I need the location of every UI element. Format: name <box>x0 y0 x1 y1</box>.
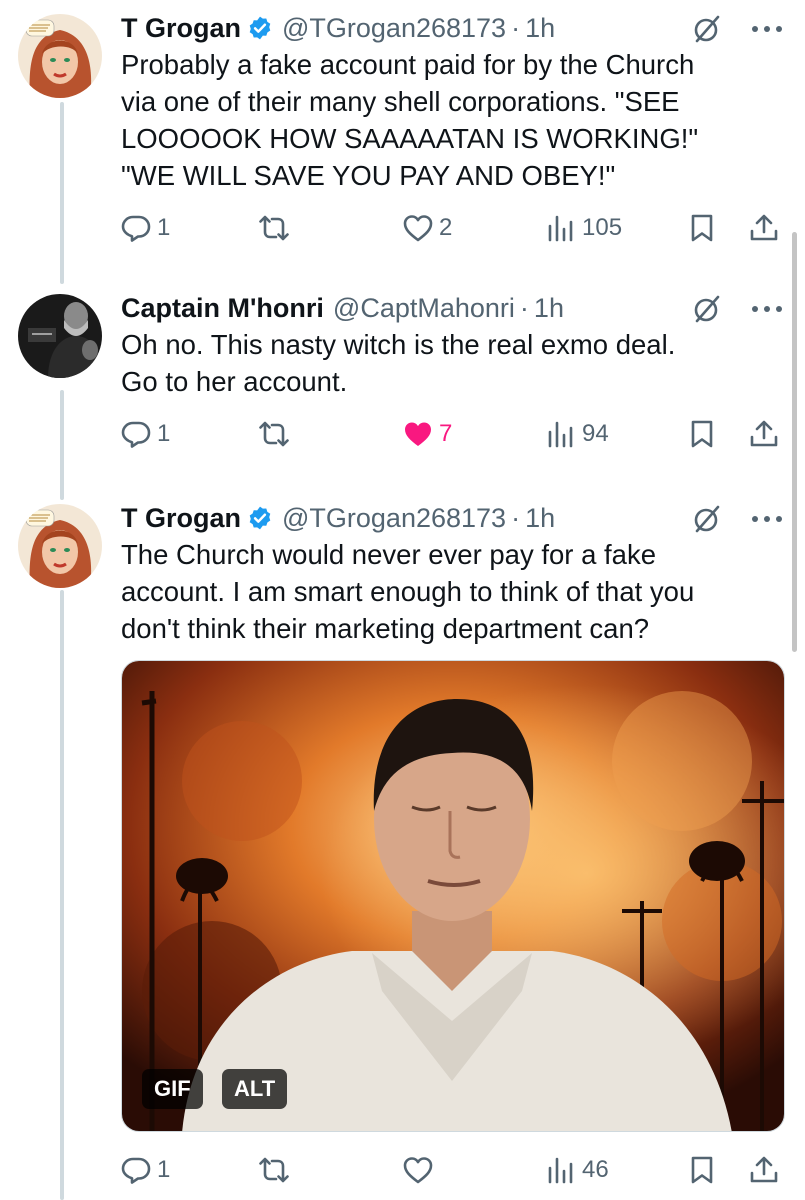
views-count: 105 <box>582 214 623 241</box>
author-handle[interactable]: @TGrogan268173 <box>282 8 506 48</box>
tweet-header: T Grogan @TGrogan268173 · 1h <box>121 498 555 538</box>
tweet[interactable]: T Grogan @TGrogan268173 · 1h Probably a … <box>0 8 805 278</box>
timestamp[interactable]: 1h <box>525 498 555 538</box>
gif-media[interactable]: GIF ALT <box>121 660 785 1132</box>
views-icon <box>548 1157 573 1184</box>
grok-icon[interactable] <box>692 294 722 324</box>
bookmark-button[interactable] <box>687 414 717 454</box>
reply-count: 1 <box>157 1156 171 1183</box>
action-bar: 1 46 <box>121 1150 791 1190</box>
views-count: 94 <box>582 420 609 447</box>
author-handle[interactable]: @TGrogan268173 <box>282 498 506 538</box>
share-icon <box>750 420 778 447</box>
tweet-header: Captain M'honri @CaptMahonri · 1h <box>121 288 564 328</box>
tweet-text: The Church would never ever pay for a fa… <box>121 539 695 644</box>
more-icon[interactable] <box>750 304 784 314</box>
retweet-icon <box>259 421 289 447</box>
heart-icon <box>405 422 431 446</box>
author-name[interactable]: T Grogan <box>121 8 241 48</box>
author-handle[interactable]: @CaptMahonri <box>333 288 515 328</box>
reply-icon <box>121 215 151 242</box>
verified-badge-icon <box>249 16 271 40</box>
heart-icon <box>403 215 433 242</box>
retweet-icon <box>259 1157 289 1183</box>
views-count: 46 <box>582 1156 609 1183</box>
share-button[interactable] <box>749 208 779 248</box>
retweet-button[interactable] <box>259 414 295 454</box>
share-icon <box>750 214 778 241</box>
reply-button[interactable]: 1 <box>121 1150 170 1190</box>
like-count: 7 <box>439 420 453 447</box>
alt-badge[interactable]: ALT <box>222 1069 288 1109</box>
bookmark-icon <box>691 420 713 448</box>
reply-icon <box>121 1157 151 1184</box>
views-button[interactable]: 94 <box>546 414 609 454</box>
reply-count: 1 <box>157 420 171 447</box>
separator-dot: · <box>511 13 521 43</box>
gif-image <box>122 661 784 1131</box>
avatar-image <box>18 294 102 378</box>
like-button[interactable]: 7 <box>403 414 452 454</box>
retweet-button[interactable] <box>259 1150 295 1190</box>
reply-button[interactable]: 1 <box>121 414 170 454</box>
grok-icon[interactable] <box>692 14 722 44</box>
tweet-header: T Grogan @TGrogan268173 · 1h <box>121 8 555 48</box>
author-name[interactable]: Captain M'honri <box>121 288 324 328</box>
like-count: 2 <box>439 214 453 241</box>
views-icon <box>548 421 573 448</box>
avatar[interactable] <box>18 14 102 98</box>
tweet-text: Probably a fake account paid for by the … <box>121 49 699 191</box>
share-button[interactable] <box>749 414 779 454</box>
bookmark-icon <box>691 214 713 242</box>
views-icon <box>548 215 573 242</box>
separator-dot: · <box>511 503 521 533</box>
share-icon <box>750 1156 778 1183</box>
heart-icon <box>403 1157 433 1184</box>
tweet[interactable]: Captain M'honri @CaptMahonri · 1h Oh no.… <box>0 288 805 478</box>
action-bar: 1 7 94 <box>121 414 791 454</box>
views-button[interactable]: 105 <box>546 208 622 248</box>
tweet-text: Oh no. This nasty witch is the real exmo… <box>121 329 676 397</box>
share-button[interactable] <box>749 1150 779 1190</box>
reply-icon <box>121 421 151 448</box>
bookmark-button[interactable] <box>687 1150 717 1190</box>
reply-count: 1 <box>157 214 171 241</box>
timestamp[interactable]: 1h <box>525 8 555 48</box>
timestamp[interactable]: 1h <box>534 288 564 328</box>
gif-badge: GIF <box>142 1069 203 1109</box>
tweet[interactable]: T Grogan @TGrogan268173 · 1h The Church … <box>0 498 805 1200</box>
avatar-image <box>18 504 102 588</box>
avatar-image <box>18 14 102 98</box>
retweet-icon <box>259 215 289 241</box>
more-icon[interactable] <box>750 24 784 34</box>
bookmark-icon <box>691 1156 713 1184</box>
views-button[interactable]: 46 <box>546 1150 609 1190</box>
avatar[interactable] <box>18 504 102 588</box>
avatar[interactable] <box>18 294 102 378</box>
bookmark-button[interactable] <box>687 208 717 248</box>
like-button[interactable] <box>403 1150 439 1190</box>
scrollbar[interactable] <box>792 232 797 652</box>
like-button[interactable]: 2 <box>403 208 452 248</box>
separator-dot: · <box>519 293 529 323</box>
action-bar: 1 2 105 <box>121 208 791 248</box>
verified-badge-icon <box>249 506 271 530</box>
author-name[interactable]: T Grogan <box>121 498 241 538</box>
retweet-button[interactable] <box>259 208 295 248</box>
more-icon[interactable] <box>750 514 784 524</box>
grok-icon[interactable] <box>692 504 722 534</box>
reply-button[interactable]: 1 <box>121 208 170 248</box>
